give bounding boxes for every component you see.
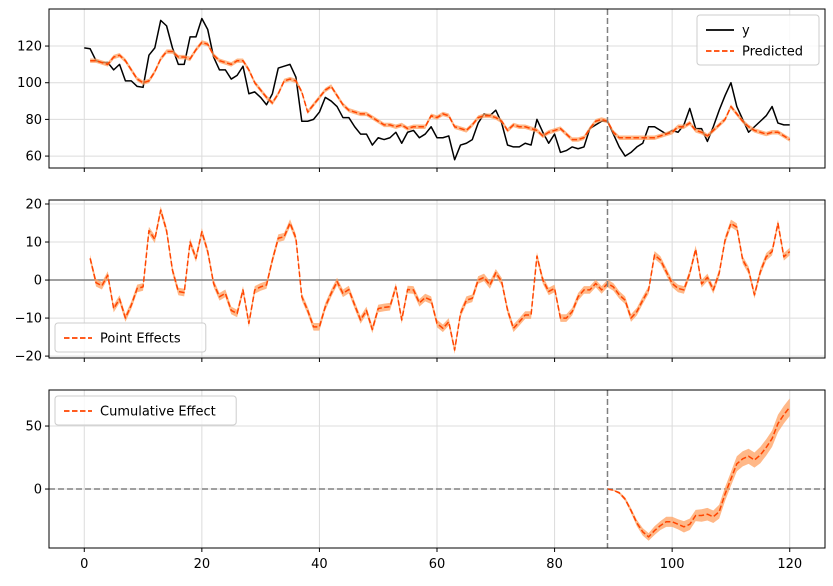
x-tick-label: 100 — [660, 557, 685, 572]
y-tick-label: 80 — [25, 113, 42, 128]
y-tick-label: 20 — [25, 197, 42, 212]
x-tick-label: 20 — [194, 557, 211, 572]
x-tick-label: 0 — [80, 557, 88, 572]
legend: Point Effects — [54, 322, 207, 353]
x-tick-label: 60 — [429, 557, 446, 572]
x-tick-label: 40 — [311, 557, 328, 572]
legend: Cumulative Effect — [54, 395, 237, 426]
y-tick-label: 120 — [17, 40, 42, 55]
panel-middle: −20 −10 0 10 20 Point Effects — [15, 197, 826, 365]
y-tick-label: 0 — [34, 483, 42, 498]
y-tick-label: 100 — [17, 76, 42, 91]
causal-impact-figure: 60 80 100 120 y Predicted −20 −10 0 10 20 Point Eff… — [15, 8, 826, 572]
x-tick-label: 80 — [546, 557, 563, 572]
y-tick-label: −20 — [15, 350, 42, 365]
panel-top: 60 80 100 120 y Predicted — [17, 8, 826, 172]
confidence-band — [90, 40, 790, 142]
panel-bottom: 0 20 40 60 80 100 120 0 50 Cumulative Effect — [25, 389, 826, 572]
y-tick-label: 0 — [34, 274, 42, 289]
legend-label: Cumulative Effect — [100, 405, 216, 420]
y-tick-label: 10 — [25, 236, 42, 251]
x-tick-label: 120 — [777, 557, 802, 572]
legend-label: y — [742, 24, 750, 39]
y-tick-label: −10 — [15, 312, 42, 327]
legend-label: Point Effects — [100, 332, 181, 347]
y-tick-label: 50 — [25, 420, 42, 435]
y-tick-label: 60 — [25, 150, 42, 165]
legend: y Predicted — [696, 14, 820, 66]
legend-label: Predicted — [742, 45, 803, 60]
